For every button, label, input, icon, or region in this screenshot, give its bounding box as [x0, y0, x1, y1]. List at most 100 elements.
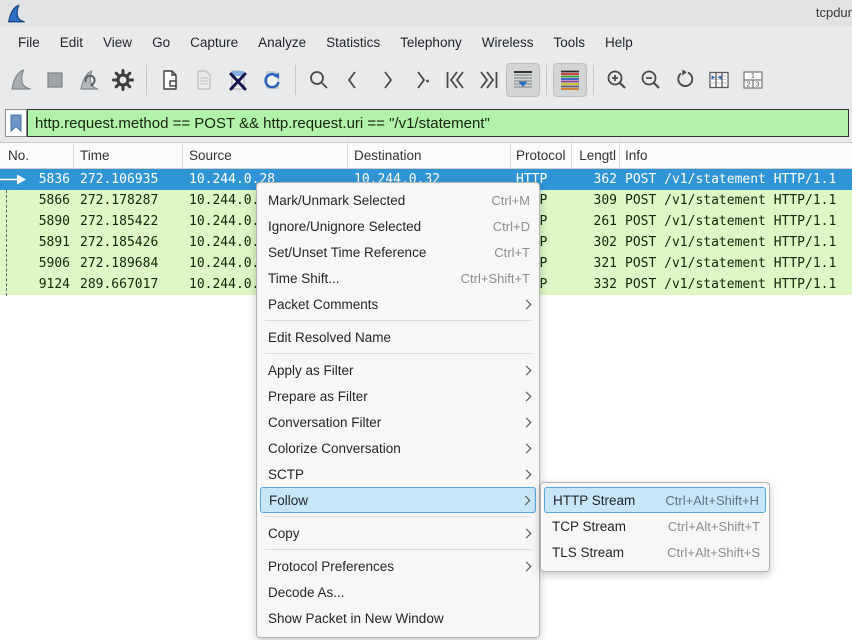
cell-no: 5891: [0, 232, 74, 253]
svg-text:2: 2: [747, 82, 751, 89]
cell-info: POST /v1/statement HTTP/1.1: [620, 211, 852, 232]
cell-length: 261: [572, 211, 620, 232]
menu-item-time-shift[interactable]: Time Shift...Ctrl+Shift+T: [257, 265, 539, 291]
cell-length: 309: [572, 190, 620, 211]
find-packet-button[interactable]: [302, 63, 336, 97]
reload-file-button[interactable]: [255, 63, 289, 97]
menu-item-colorize-conversation[interactable]: Colorize Conversation: [257, 435, 539, 461]
menu-item-decode-as[interactable]: Decode As...: [257, 579, 539, 605]
menu-statistics[interactable]: Statistics: [316, 31, 390, 54]
go-to-packet-icon: [409, 68, 433, 92]
auto-scroll-button[interactable]: [506, 63, 540, 97]
menu-item-time-reference[interactable]: Set/Unset Time ReferenceCtrl+T: [257, 239, 539, 265]
menu-item-packet-comments[interactable]: Packet Comments: [257, 291, 539, 317]
cell-time: 272.178287: [74, 190, 183, 211]
chevron-right-icon: [522, 443, 532, 453]
zoom-out-button[interactable]: [634, 63, 668, 97]
capture-options-button[interactable]: [106, 63, 140, 97]
menu-separator: [257, 513, 539, 520]
zoom-reset-button[interactable]: [668, 63, 702, 97]
first-packet-icon: [443, 68, 467, 92]
menu-separator: [257, 317, 539, 324]
menu-separator: [257, 350, 539, 357]
column-header-no[interactable]: No.: [0, 143, 74, 168]
gear-icon: [111, 68, 135, 92]
svg-text:1: 1: [751, 73, 755, 80]
menu-analyze[interactable]: Analyze: [248, 31, 316, 54]
last-packet-icon: [477, 68, 501, 92]
menu-tools[interactable]: Tools: [543, 31, 595, 54]
chevron-right-icon: [522, 561, 532, 571]
menu-item-conversation-filter[interactable]: Conversation Filter: [257, 409, 539, 435]
resize-columns-button[interactable]: [702, 63, 736, 97]
open-file-button[interactable]: [153, 63, 187, 97]
menu-item-apply-as-filter[interactable]: Apply as Filter: [257, 357, 539, 383]
menu-item-copy[interactable]: Copy: [257, 520, 539, 546]
menu-view[interactable]: View: [93, 31, 142, 54]
last-packet-button[interactable]: [472, 63, 506, 97]
toolbar-separator: [593, 65, 594, 95]
zoom-in-button[interactable]: [600, 63, 634, 97]
menu-edit[interactable]: Edit: [50, 31, 93, 54]
menu-telephony[interactable]: Telephony: [390, 31, 472, 54]
submenu-item-http-stream[interactable]: HTTP StreamCtrl+Alt+Shift+H: [544, 487, 766, 513]
column-header-destination[interactable]: Destination: [348, 143, 511, 168]
submenu-item-tls-stream[interactable]: TLS StreamCtrl+Alt+Shift+S: [541, 539, 769, 565]
reload-icon: [260, 68, 284, 92]
menu-item-mark-unmark[interactable]: Mark/Unmark SelectedCtrl+M: [257, 187, 539, 213]
cell-time: 272.189684: [74, 253, 183, 274]
menu-wireless[interactable]: Wireless: [472, 31, 544, 54]
resize-columns-icon: [707, 68, 731, 92]
menu-file[interactable]: File: [8, 31, 50, 54]
colorize-icon: [558, 68, 582, 92]
menu-capture[interactable]: Capture: [180, 31, 248, 54]
chevron-right-icon: [522, 299, 532, 309]
filter-bookmark-button[interactable]: [5, 109, 27, 137]
menu-go[interactable]: Go: [142, 31, 180, 54]
cell-info: POST /v1/statement HTTP/1.1: [620, 169, 852, 190]
save-file-icon: [192, 68, 216, 92]
menu-help[interactable]: Help: [595, 31, 643, 54]
column-header-length[interactable]: Lengtl: [572, 143, 620, 168]
chevron-right-icon: [522, 365, 532, 375]
follow-submenu: HTTP StreamCtrl+Alt+Shift+H TCP StreamCt…: [540, 482, 770, 572]
packet-list-header[interactable]: No. Time Source Destination Protocol Len…: [0, 143, 852, 169]
menu-item-follow[interactable]: Follow: [260, 487, 536, 513]
previous-packet-button[interactable]: [336, 63, 370, 97]
menu-separator: [257, 546, 539, 553]
column-header-source[interactable]: Source: [183, 143, 348, 168]
menu-item-sctp[interactable]: SCTP: [257, 461, 539, 487]
close-file-button[interactable]: [221, 63, 255, 97]
save-file-button: [187, 63, 221, 97]
column-header-protocol[interactable]: Protocol: [511, 143, 572, 168]
first-packet-button[interactable]: [438, 63, 472, 97]
next-packet-button[interactable]: [370, 63, 404, 97]
menu-item-edit-resolved-name[interactable]: Edit Resolved Name: [257, 324, 539, 350]
cell-length: 362: [572, 169, 620, 190]
display-filter-input[interactable]: [27, 109, 849, 137]
cell-length: 302: [572, 232, 620, 253]
column-header-info[interactable]: Info: [620, 143, 852, 168]
column-header-time[interactable]: Time: [74, 143, 183, 168]
chevron-right-icon: [521, 495, 531, 505]
menu-item-show-packet-in-new-window[interactable]: Show Packet in New Window: [257, 605, 539, 631]
cell-length: 332: [572, 274, 620, 295]
chevron-right-icon: [375, 68, 399, 92]
menu-item-ignore-unignore[interactable]: Ignore/Unignore SelectedCtrl+D: [257, 213, 539, 239]
main-toolbar: 123: [0, 57, 852, 103]
zoom-in-icon: [605, 68, 629, 92]
cell-info: POST /v1/statement HTTP/1.1: [620, 232, 852, 253]
menu-item-prepare-as-filter[interactable]: Prepare as Filter: [257, 383, 539, 409]
submenu-item-tcp-stream[interactable]: TCP StreamCtrl+Alt+Shift+T: [541, 513, 769, 539]
zoom-out-icon: [639, 68, 663, 92]
close-file-icon: [226, 68, 250, 92]
cell-time: 272.185422: [74, 211, 183, 232]
cell-time: 272.185426: [74, 232, 183, 253]
auto-scroll-icon: [511, 68, 535, 92]
cell-no: 5906: [0, 253, 74, 274]
menu-item-protocol-preferences[interactable]: Protocol Preferences: [257, 553, 539, 579]
layout-preset-button[interactable]: 123: [736, 63, 770, 97]
go-to-packet-button[interactable]: [404, 63, 438, 97]
restart-fin-icon: [77, 68, 101, 92]
colorize-packets-button[interactable]: [553, 63, 587, 97]
